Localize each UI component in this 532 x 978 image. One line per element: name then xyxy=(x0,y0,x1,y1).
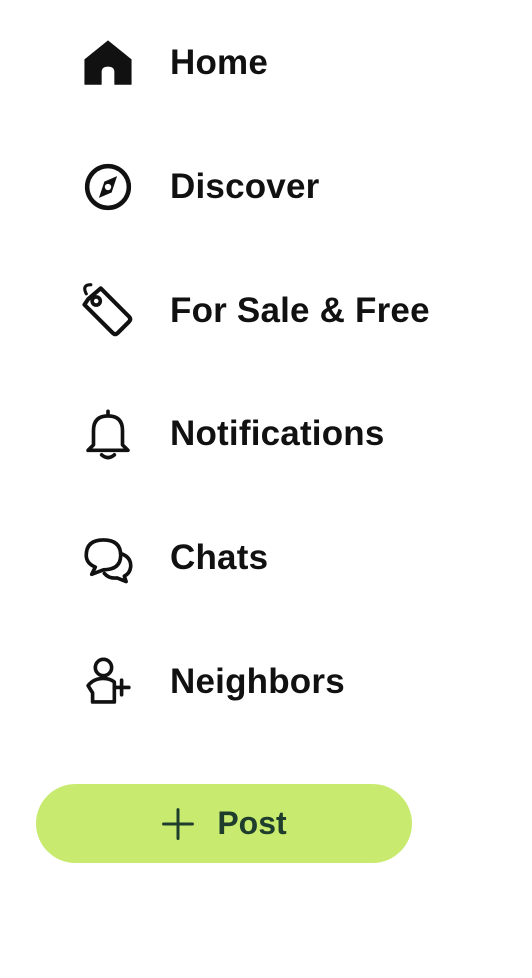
bell-icon xyxy=(72,398,144,470)
nav-label-neighbors: Neighbors xyxy=(170,662,345,701)
nav-item-discover[interactable]: Discover xyxy=(72,151,512,223)
add-person-icon xyxy=(72,646,144,718)
post-button-label: Post xyxy=(217,805,287,841)
nav-item-for-sale-free[interactable]: For Sale & Free xyxy=(72,275,512,347)
post-button[interactable]: Post xyxy=(36,784,412,863)
nav-label-chats: Chats xyxy=(170,538,269,577)
tag-icon xyxy=(72,275,144,347)
plus-icon xyxy=(162,807,195,840)
chat-bubbles-icon xyxy=(72,522,144,594)
nav-item-notifications[interactable]: Notifications xyxy=(72,398,512,470)
nav-label-discover: Discover xyxy=(170,167,320,206)
compass-icon xyxy=(72,151,144,223)
nav-item-chats[interactable]: Chats xyxy=(72,522,512,594)
nav-label-for-sale-free: For Sale & Free xyxy=(170,291,430,330)
nav-item-home[interactable]: Home xyxy=(72,27,512,99)
nav-item-neighbors[interactable]: Neighbors xyxy=(72,646,512,718)
nav-label-notifications: Notifications xyxy=(170,414,385,453)
home-icon xyxy=(72,27,144,99)
nav-label-home: Home xyxy=(170,43,269,82)
